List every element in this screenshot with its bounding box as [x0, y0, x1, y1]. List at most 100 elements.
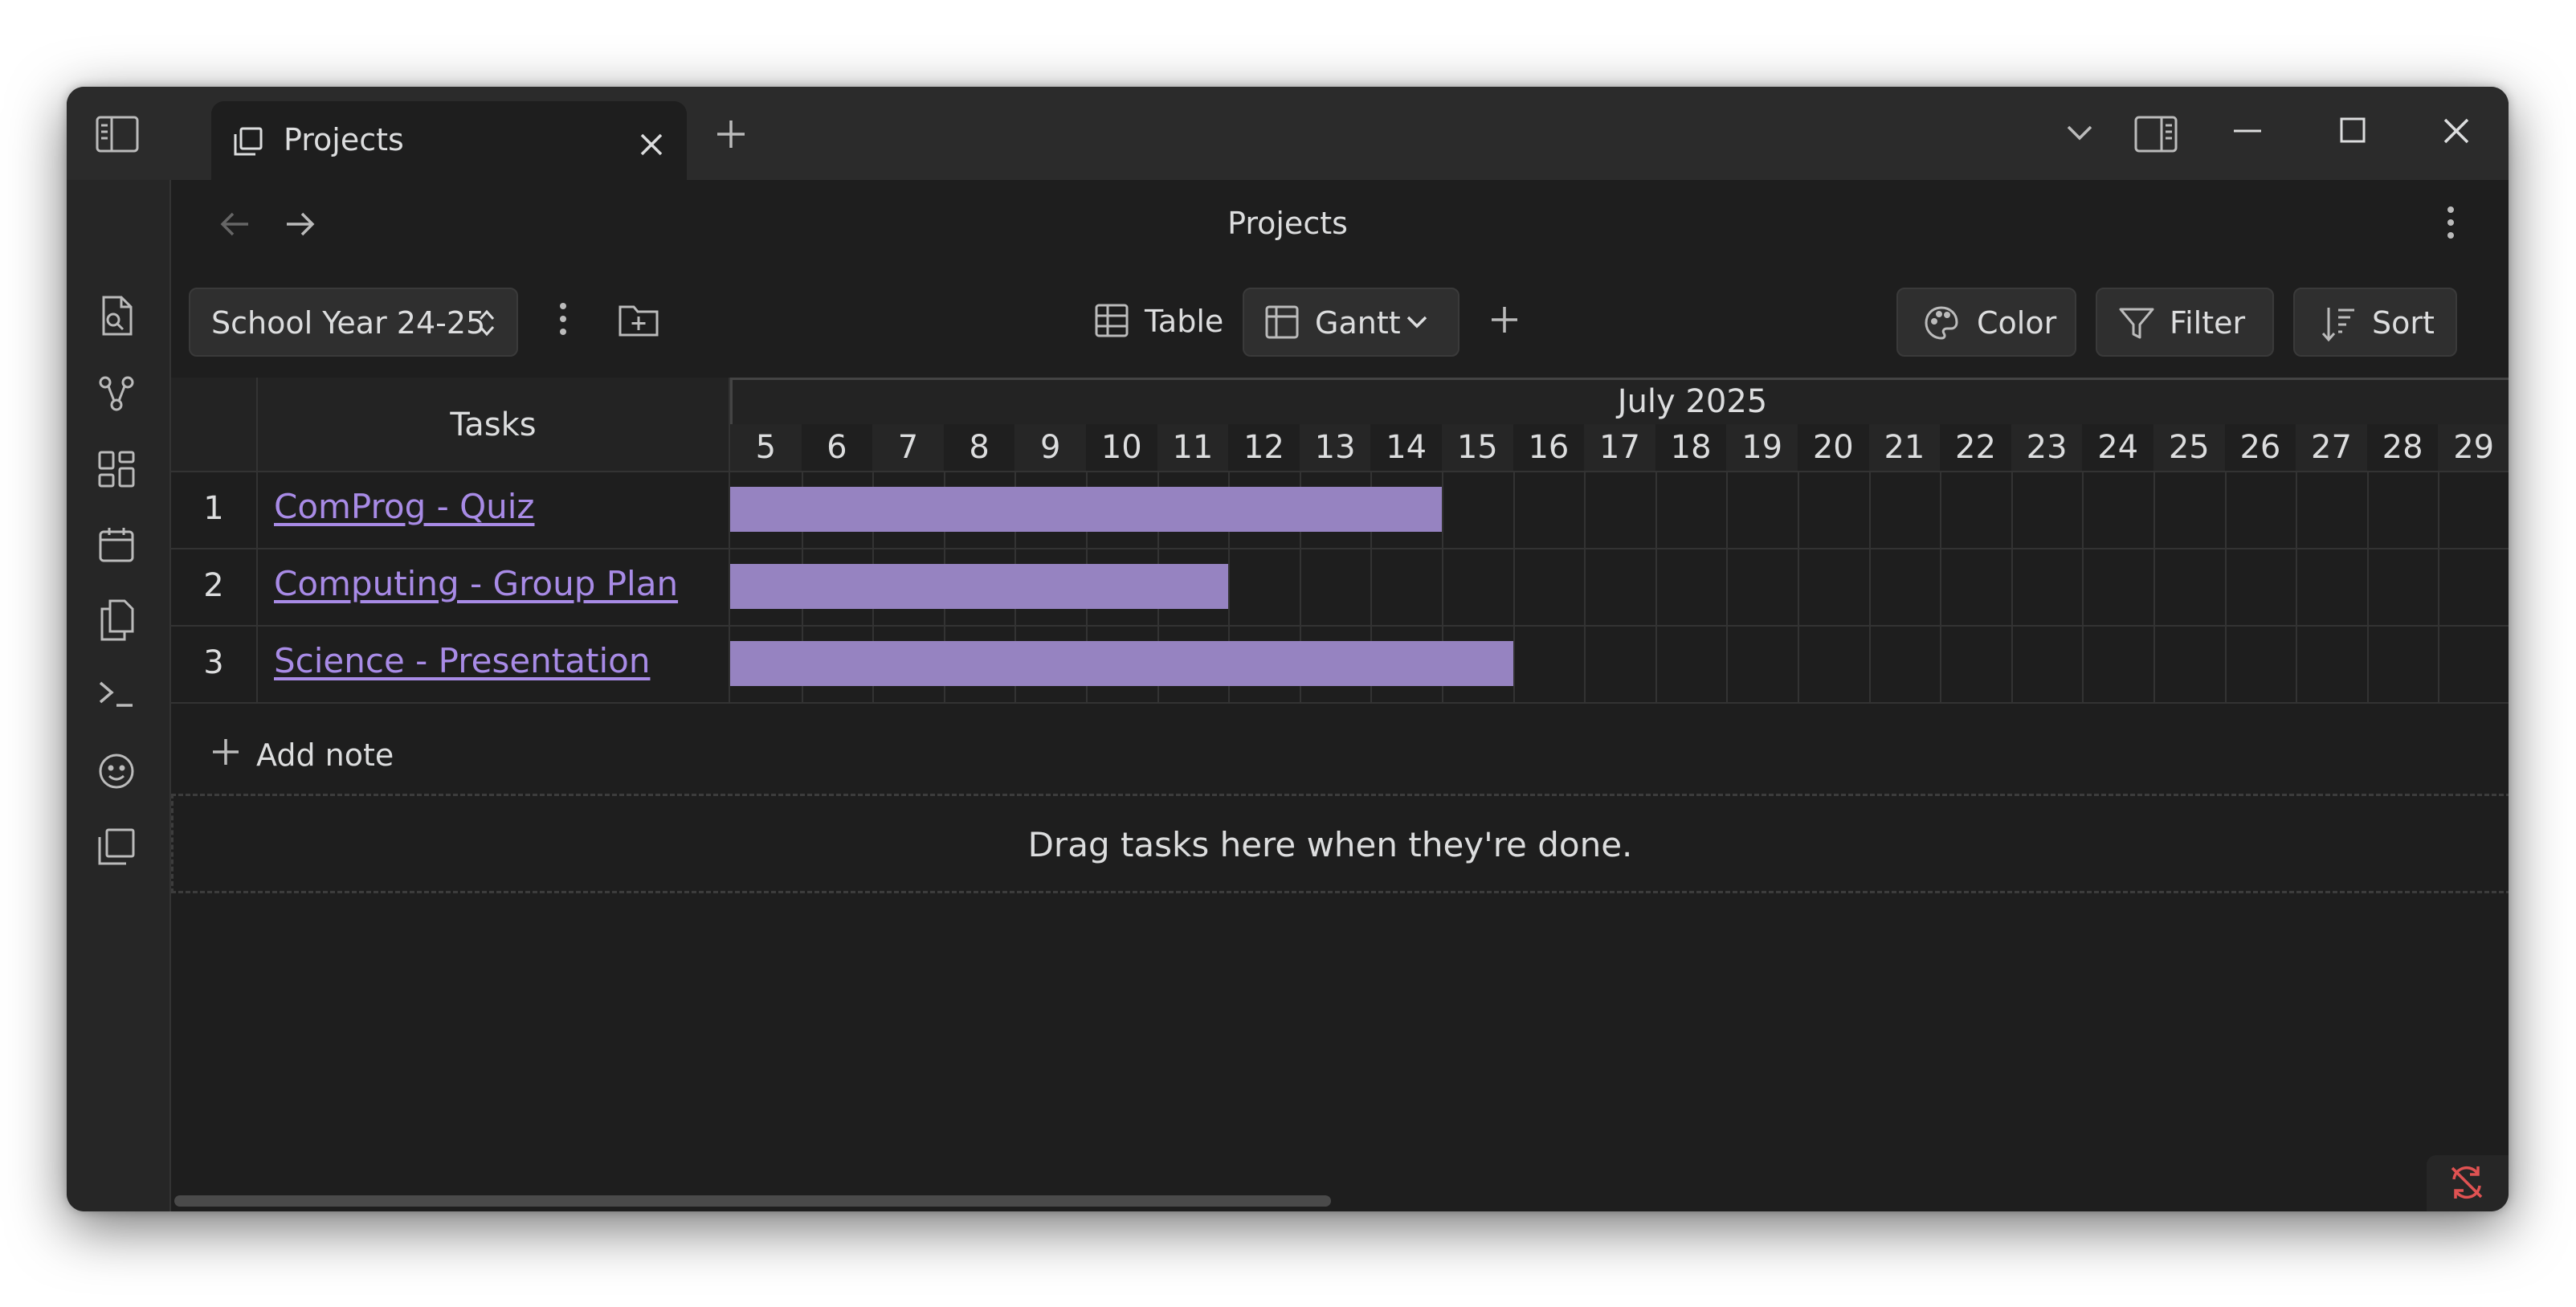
- row-number: 2: [203, 567, 224, 604]
- day-divider: [2366, 471, 2369, 702]
- project-selector[interactable]: School Year 24-25: [189, 288, 518, 357]
- view-tab-table[interactable]: Table: [1145, 304, 1223, 339]
- view-title: Projects: [1227, 206, 1348, 241]
- day-header: 21: [1868, 424, 1941, 471]
- row-divider: [171, 702, 2509, 704]
- chevron-up-down-icon: [476, 307, 497, 339]
- graph-view-icon[interactable]: [97, 374, 136, 413]
- gantt-bar[interactable]: [730, 564, 1229, 609]
- row-number: 3: [203, 644, 224, 681]
- add-note-button[interactable]: Add note: [211, 731, 468, 776]
- plus-icon: [211, 737, 240, 766]
- horizontal-scrollbar[interactable]: [174, 1195, 1331, 1207]
- gantt-view-icon: [1265, 305, 1299, 339]
- day-divider: [2153, 471, 2155, 702]
- day-divider: [1584, 471, 1586, 702]
- calendar-icon[interactable]: [97, 525, 136, 564]
- gantt-bar[interactable]: [730, 487, 1442, 532]
- day-divider: [2224, 471, 2227, 702]
- day-header: 14: [1370, 424, 1442, 471]
- back-arrow-icon[interactable]: [219, 210, 251, 238]
- day-header: 15: [1442, 424, 1513, 471]
- sort-button[interactable]: Sort: [2293, 288, 2457, 357]
- canvas-grid-icon[interactable]: [97, 450, 136, 488]
- day-divider: [1798, 471, 1799, 702]
- day-header: 8: [943, 424, 1015, 471]
- filter-button-label: Filter: [2170, 305, 2246, 341]
- day-divider: [1513, 471, 1515, 702]
- close-window-icon[interactable]: [2443, 117, 2470, 145]
- tab-list-chevron-icon[interactable]: [2065, 120, 2094, 145]
- forward-arrow-icon[interactable]: [284, 210, 316, 238]
- tasks-column-header[interactable]: Tasks: [258, 378, 729, 471]
- day-divider: [2296, 471, 2298, 702]
- sort-icon: [2321, 305, 2356, 342]
- filter-icon: [2118, 307, 2155, 341]
- gallery-stack-icon: [234, 127, 263, 156]
- row-number: 1: [203, 490, 224, 527]
- sort-button-label: Sort: [2372, 305, 2435, 341]
- task-link[interactable]: Science - Presentation: [274, 641, 650, 680]
- minimize-icon[interactable]: [2234, 129, 2261, 133]
- row-divider: [171, 548, 2509, 549]
- close-tab-icon[interactable]: [639, 132, 664, 157]
- row-divider: [171, 625, 2509, 627]
- table-icon[interactable]: [1095, 304, 1129, 337]
- view-tab-gantt[interactable]: Gantt: [1243, 288, 1459, 357]
- gallery-stack-icon[interactable]: [97, 827, 136, 866]
- day-header: 23: [2011, 424, 2083, 471]
- drop-zone-text: Drag tasks here when they're done.: [1027, 825, 1633, 864]
- day-header: 13: [1299, 424, 1371, 471]
- day-divider: [1868, 471, 1871, 702]
- project-selector-label: School Year 24-25: [211, 305, 486, 341]
- day-divider: [1655, 471, 1657, 702]
- day-header: 27: [2296, 424, 2367, 471]
- left-ribbon: [67, 180, 171, 1211]
- day-header: 10: [1086, 424, 1157, 471]
- gantt-grid: Tasks July 2025 5 6 7 8 9 10 11 12 13 14 15 16 17 18 1…: [171, 378, 2509, 794]
- sidebar-toggle-icon[interactable]: [96, 116, 139, 153]
- maximize-icon[interactable]: [2340, 117, 2366, 143]
- gantt-tab-label: Gantt: [1315, 305, 1401, 341]
- day-divider: [1940, 471, 1942, 702]
- day-header: 25: [2153, 424, 2225, 471]
- tasks-header-label: Tasks: [450, 406, 537, 443]
- day-divider: [2438, 471, 2440, 702]
- new-tab-icon[interactable]: [716, 119, 746, 149]
- more-options-icon[interactable]: [2446, 206, 2456, 239]
- column-divider: [256, 378, 258, 702]
- task-link[interactable]: ComProg - Quiz: [274, 487, 534, 526]
- add-view-icon[interactable]: [1490, 305, 1519, 334]
- palette-icon: [1924, 305, 1959, 341]
- task-link[interactable]: Computing - Group Plan: [274, 564, 678, 603]
- new-folder-icon[interactable]: [618, 302, 659, 337]
- day-header: 11: [1157, 424, 1229, 471]
- day-header: 26: [2224, 424, 2296, 471]
- day-divider: [2011, 471, 2013, 702]
- month-label: July 2025: [1617, 383, 1768, 420]
- filter-button[interactable]: Filter: [2096, 288, 2274, 357]
- day-header: 17: [1584, 424, 1655, 471]
- terminal-icon[interactable]: [97, 678, 136, 710]
- day-header: 20: [1798, 424, 1869, 471]
- project-menu-icon[interactable]: [558, 302, 568, 336]
- smiley-icon[interactable]: [97, 752, 136, 790]
- gantt-bar[interactable]: [730, 641, 1513, 686]
- day-divider: [2082, 471, 2084, 702]
- day-divider: [1726, 471, 1729, 702]
- day-header: 19: [1726, 424, 1798, 471]
- color-button-label: Color: [1977, 305, 2057, 341]
- chevron-down-icon: [1405, 313, 1429, 331]
- tab-projects[interactable]: Projects: [211, 101, 687, 180]
- day-header: 6: [801, 424, 873, 471]
- title-bar: Projects: [67, 87, 2509, 180]
- sync-status-button[interactable]: [2427, 1155, 2509, 1211]
- right-sidebar-toggle-icon[interactable]: [2134, 116, 2178, 153]
- row-number-header: [171, 378, 256, 471]
- row-divider: [171, 471, 2509, 472]
- open-file-icon[interactable]: [97, 296, 136, 337]
- day-header: 22: [1940, 424, 2011, 471]
- color-button[interactable]: Color: [1896, 288, 2076, 357]
- copy-files-icon[interactable]: [97, 599, 136, 641]
- done-drop-zone[interactable]: Drag tasks here when they're done.: [171, 794, 2509, 893]
